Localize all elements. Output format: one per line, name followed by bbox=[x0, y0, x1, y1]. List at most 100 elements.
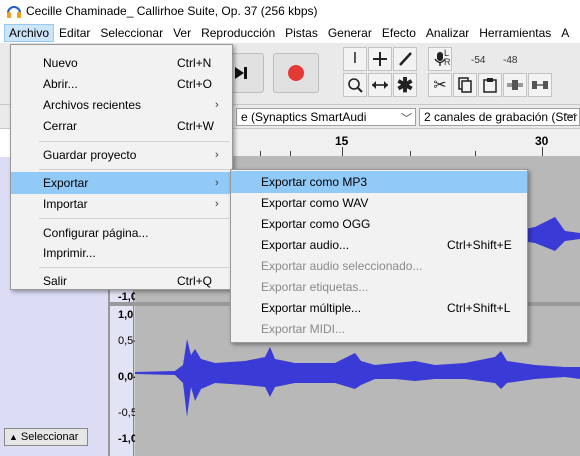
menu-item-exportar-multiple[interactable]: Exportar múltiple... Ctrl+Shift+L bbox=[231, 297, 527, 319]
paste-icon bbox=[483, 78, 497, 93]
ruler-tick bbox=[410, 151, 411, 156]
menu-item-label: Exportar como OGG bbox=[261, 217, 371, 231]
menu-item-label: Nuevo bbox=[43, 56, 78, 70]
input-device-value: e (Synaptics SmartAudi bbox=[241, 110, 367, 124]
multi-tool-button[interactable]: ✱ bbox=[393, 73, 417, 97]
ruler-tick bbox=[260, 151, 261, 156]
exportar-submenu: Exportar como MP3 Exportar como WAV Expo… bbox=[230, 169, 528, 343]
menu-separator bbox=[39, 267, 229, 268]
menu-editar[interactable]: Editar bbox=[54, 24, 95, 42]
timeshift-tool-icon bbox=[372, 81, 388, 89]
meter-tick-54: -54 bbox=[471, 55, 486, 66]
timeshift-tool-button[interactable] bbox=[368, 73, 392, 97]
ibeam-tool-icon: I bbox=[352, 50, 358, 67]
chevron-down-icon: ﹀ bbox=[401, 113, 412, 125]
menu-item-label: Archivos recientes bbox=[43, 98, 142, 112]
menu-item-label: Configurar página... bbox=[43, 226, 149, 240]
menu-item-salir[interactable]: Salir Ctrl+Q bbox=[11, 270, 232, 292]
chevron-right-icon: › bbox=[215, 99, 219, 111]
chevron-down-icon: ﹀ bbox=[565, 113, 576, 125]
menu-item-abrir[interactable]: Abrir... Ctrl+O bbox=[11, 73, 232, 95]
menu-item-label: Abrir... bbox=[43, 77, 78, 91]
menu-item-shortcut: Ctrl+Shift+L bbox=[447, 301, 511, 315]
menu-item-shortcut: Ctrl+Shift+E bbox=[447, 238, 512, 252]
ruler-tick bbox=[342, 147, 343, 156]
ruler-label-15: 15 bbox=[335, 134, 349, 148]
title-bar: Cecille Chaminade_ Callirhoe Suite, Op. … bbox=[0, 0, 580, 22]
meter-tick-48: -48 bbox=[503, 55, 518, 66]
paste-button[interactable] bbox=[478, 73, 502, 97]
menu-analizar[interactable]: Analizar bbox=[421, 24, 474, 42]
triangle-up-icon: ▲ bbox=[9, 432, 18, 442]
menu-item-exportar-audio-seleccionado: Exportar audio seleccionado... bbox=[231, 255, 527, 277]
copy-icon bbox=[458, 77, 472, 93]
menu-item-label: Guardar proyecto bbox=[43, 148, 137, 162]
meter-channels: L R bbox=[444, 48, 451, 67]
app-headphones-icon bbox=[7, 6, 21, 18]
select-track-label: Seleccionar bbox=[20, 431, 79, 443]
menu-item-shortcut: Ctrl+N bbox=[177, 56, 212, 70]
trim-button[interactable] bbox=[503, 73, 527, 97]
menu-item-label: Exportar audio seleccionado... bbox=[261, 259, 423, 273]
cut-icon: ✂ bbox=[433, 77, 447, 94]
menu-item-nuevo[interactable]: Nuevo Ctrl+N bbox=[11, 52, 232, 74]
chevron-right-icon: › bbox=[215, 149, 219, 161]
menu-seleccionar[interactable]: Seleccionar bbox=[95, 24, 168, 42]
envelope-tool-icon bbox=[373, 52, 387, 66]
menu-item-label: Exportar bbox=[43, 176, 89, 190]
ruler-tick bbox=[475, 151, 476, 156]
chevron-right-icon: › bbox=[215, 177, 219, 189]
menu-item-label: Exportar etiquetas... bbox=[261, 280, 369, 294]
menu-generar[interactable]: Generar bbox=[323, 24, 377, 42]
menu-archivo[interactable]: Archivo bbox=[4, 23, 55, 42]
menu-item-exportar-etiquetas: Exportar etiquetas... bbox=[231, 276, 527, 298]
copy-button[interactable] bbox=[453, 73, 477, 97]
menu-separator bbox=[39, 141, 229, 142]
ruler-tick bbox=[542, 147, 543, 156]
menu-item-label: Importar bbox=[43, 197, 88, 211]
menu-item-exportar[interactable]: Exportar › bbox=[11, 172, 232, 194]
menu-item-label: Exportar múltiple... bbox=[261, 301, 362, 315]
ruler-tick bbox=[290, 151, 291, 156]
multi-tool-icon: ✱ bbox=[396, 74, 414, 97]
menu-item-archivos-recientes[interactable]: Archivos recientes › bbox=[11, 94, 232, 116]
menu-item-exportar-mp3[interactable]: Exportar como MP3 bbox=[231, 171, 527, 193]
chevron-right-icon: › bbox=[215, 198, 219, 210]
recording-meter[interactable]: L R -54 -48 bbox=[443, 49, 580, 69]
select-track-button[interactable]: ▲ Seleccionar bbox=[4, 428, 88, 446]
window-title: Cecille Chaminade_ Callirhoe Suite, Op. … bbox=[26, 4, 318, 18]
menu-bar: Archivo Editar Seleccionar Ver Reproducc… bbox=[0, 22, 580, 43]
channels-select[interactable]: 2 canales de grabación (Ster ﹀ bbox=[419, 108, 580, 126]
menu-item-exportar-midi: Exportar MIDI... bbox=[231, 318, 527, 340]
menu-item-label: Imprimir... bbox=[43, 246, 96, 260]
zoom-tool-button[interactable] bbox=[343, 73, 367, 97]
menu-item-label: Exportar como MP3 bbox=[261, 175, 368, 189]
selection-tool-button[interactable]: I bbox=[343, 47, 367, 71]
menu-item-importar[interactable]: Importar › bbox=[11, 193, 232, 215]
menu-item-imprimir[interactable]: Imprimir... bbox=[11, 242, 232, 264]
silence-button[interactable] bbox=[528, 73, 552, 97]
menu-ayuda-partial[interactable]: A bbox=[556, 24, 574, 42]
menu-pistas[interactable]: Pistas bbox=[280, 24, 323, 42]
archivo-menu: Nuevo Ctrl+N Abrir... Ctrl+O Archivos re… bbox=[10, 44, 233, 290]
record-button[interactable] bbox=[273, 53, 319, 93]
draw-tool-button[interactable] bbox=[393, 47, 417, 71]
menu-reproduccion[interactable]: Reproducción bbox=[196, 24, 280, 42]
menu-item-guardar-proyecto[interactable]: Guardar proyecto › bbox=[11, 144, 232, 166]
menu-item-cerrar[interactable]: Cerrar Ctrl+W bbox=[11, 115, 232, 137]
menu-item-shortcut: Ctrl+W bbox=[177, 119, 214, 133]
menu-ver[interactable]: Ver bbox=[168, 24, 196, 42]
input-device-select[interactable]: e (Synaptics SmartAudi ﹀ bbox=[236, 108, 416, 126]
menu-item-configurar-pagina[interactable]: Configurar página... bbox=[11, 222, 232, 244]
menu-efecto[interactable]: Efecto bbox=[377, 24, 421, 42]
menu-item-exportar-audio[interactable]: Exportar audio... Ctrl+Shift+E bbox=[231, 234, 527, 256]
cut-button[interactable]: ✂ bbox=[428, 73, 452, 97]
scale-label-1: 1,0 bbox=[118, 309, 134, 321]
menu-separator bbox=[39, 218, 229, 219]
menu-herramientas[interactable]: Herramientas bbox=[474, 24, 556, 42]
menu-item-exportar-wav[interactable]: Exportar como WAV bbox=[231, 192, 527, 214]
menu-item-exportar-ogg[interactable]: Exportar como OGG bbox=[231, 213, 527, 235]
menu-item-label: Exportar audio... bbox=[261, 238, 350, 252]
silence-icon bbox=[532, 81, 548, 89]
envelope-tool-button[interactable] bbox=[368, 47, 392, 71]
